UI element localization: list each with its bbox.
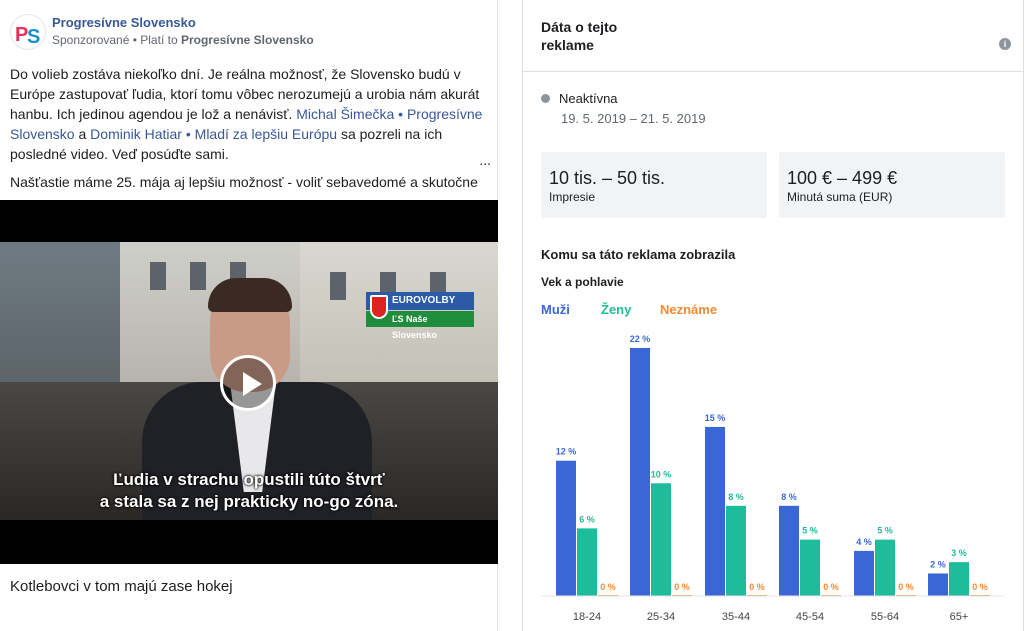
legend-unknown[interactable]: Neznáme xyxy=(660,302,717,317)
video-subtitle-line: a stala sa z nej prakticky no-go zóna. xyxy=(99,492,399,511)
sponsored-meta: Sponzorované • Platí to Progresívne Slov… xyxy=(52,33,314,47)
info-icon[interactable]: i xyxy=(999,38,1011,50)
paid-by-name: Progresívne Slovensko xyxy=(180,33,314,47)
sponsored-label: Sponzorované xyxy=(52,33,130,47)
legend-men[interactable]: Muži xyxy=(541,302,570,317)
video-subtitle-line: Ľudia v strachu opustili túto štvrť xyxy=(113,470,385,489)
impressions-value: 10 tis. – 50 tis. xyxy=(549,168,666,188)
page-logo-icon[interactable]: P S xyxy=(10,14,46,50)
ad-data-panel: Dáta o tejto reklame i Neaktívna 19. 5. … xyxy=(522,0,1024,631)
data-label: 0 % xyxy=(600,582,616,592)
data-label: 0 % xyxy=(898,582,914,592)
bar-1-55-64 xyxy=(875,539,895,596)
data-label: 6 % xyxy=(579,514,595,524)
data-label: 12 % xyxy=(556,447,577,457)
bar-0-18-24 xyxy=(556,460,576,596)
post-text-part: a xyxy=(74,126,91,142)
bar-0-65+ xyxy=(928,573,948,596)
status-dot-icon xyxy=(541,94,550,103)
channel-badge: EUROVOLBY 2019 ĽS Naše Slovensko xyxy=(366,292,474,340)
play-icon[interactable] xyxy=(220,355,276,411)
post-header: P S Progresívne Slovensko Sponzorované •… xyxy=(10,12,490,52)
x-tick-label: 18-24 xyxy=(573,611,601,623)
legend-women[interactable]: Ženy xyxy=(601,302,631,317)
data-label: 8 % xyxy=(728,492,744,502)
data-label: 2 % xyxy=(930,559,946,569)
bar-1-25-34 xyxy=(651,483,671,596)
spend-label: Minutá suma (EUR) xyxy=(787,190,893,204)
play-triangle xyxy=(243,372,262,396)
data-label: 0 % xyxy=(749,582,765,592)
data-label: 3 % xyxy=(951,548,967,558)
impressions-card: 10 tis. – 50 tis. Impresie xyxy=(541,152,767,218)
video-player[interactable]: EUROVOLBY 2019 ĽS Naše Slovensko Ľudia v… xyxy=(0,200,498,564)
data-label: 0 % xyxy=(674,582,690,592)
data-label: 5 % xyxy=(877,526,893,536)
x-tick-label: 55-64 xyxy=(871,611,899,623)
data-label: 5 % xyxy=(802,526,818,536)
video-caption: Kotlebovci v tom majú zase hokej xyxy=(10,578,233,595)
see-more-ellipsis[interactable]: ... xyxy=(479,152,491,168)
post-text-line: Našťastie máme 25. mája aj lepšiu možnos… xyxy=(10,174,478,190)
age-gender-title: Vek a pohlavie xyxy=(541,275,624,289)
x-tick-label: 65+ xyxy=(950,611,969,623)
bar-0-55-64 xyxy=(854,550,874,596)
bar-1-35-44 xyxy=(726,505,746,596)
x-tick-label: 45-54 xyxy=(796,611,824,623)
spend-card: 100 € – 499 € Minutá suma (EUR) xyxy=(779,152,1005,218)
data-label: 0 % xyxy=(972,582,988,592)
data-label: 0 % xyxy=(823,582,839,592)
data-label: 10 % xyxy=(651,469,672,479)
status-label: Neaktívna xyxy=(559,91,618,106)
x-tick-label: 35-44 xyxy=(722,611,750,623)
bar-1-45-54 xyxy=(800,539,820,596)
data-label: 8 % xyxy=(781,492,797,502)
panel-title: Dáta o tejto reklame xyxy=(541,19,618,53)
svg-text:S: S xyxy=(27,26,40,48)
page-name-link[interactable]: Progresívne Slovensko xyxy=(52,15,196,30)
age-gender-chart: 12 % 6 % 0 % 18-24 22 % 10 % 0 % 25-34 15 % 8 % 0 … xyxy=(541,334,1005,623)
ad-post: P S Progresívne Slovensko Sponzorované •… xyxy=(0,0,498,631)
shield-icon xyxy=(370,295,388,319)
paid-by-prefix: • Platí to xyxy=(129,33,181,47)
audience-title: Komu sa táto reklama zobrazila xyxy=(541,247,736,262)
panel-header: Dáta o tejto reklame i xyxy=(523,0,1023,72)
bar-0-35-44 xyxy=(705,426,725,596)
spend-value: 100 € – 499 € xyxy=(787,168,898,188)
date-range: 19. 5. 2019 – 21. 5. 2019 xyxy=(561,111,706,126)
tag-link-dominik[interactable]: Dominik Hatiar • Mladí za lepšiu Európu xyxy=(90,126,337,142)
bar-0-45-54 xyxy=(779,505,799,596)
bar-1-18-24 xyxy=(577,528,597,596)
data-label: 22 % xyxy=(630,334,651,344)
post-text: Do volieb zostáva niekoľko dní. Je reáln… xyxy=(10,64,488,164)
bar-1-65+ xyxy=(949,562,969,596)
impressions-label: Impresie xyxy=(549,190,596,204)
speaker-hair xyxy=(208,278,292,312)
data-label: 15 % xyxy=(705,413,726,423)
bar-0-25-34 xyxy=(630,348,650,596)
x-tick-label: 25-34 xyxy=(647,611,675,623)
data-label: 4 % xyxy=(856,537,872,547)
